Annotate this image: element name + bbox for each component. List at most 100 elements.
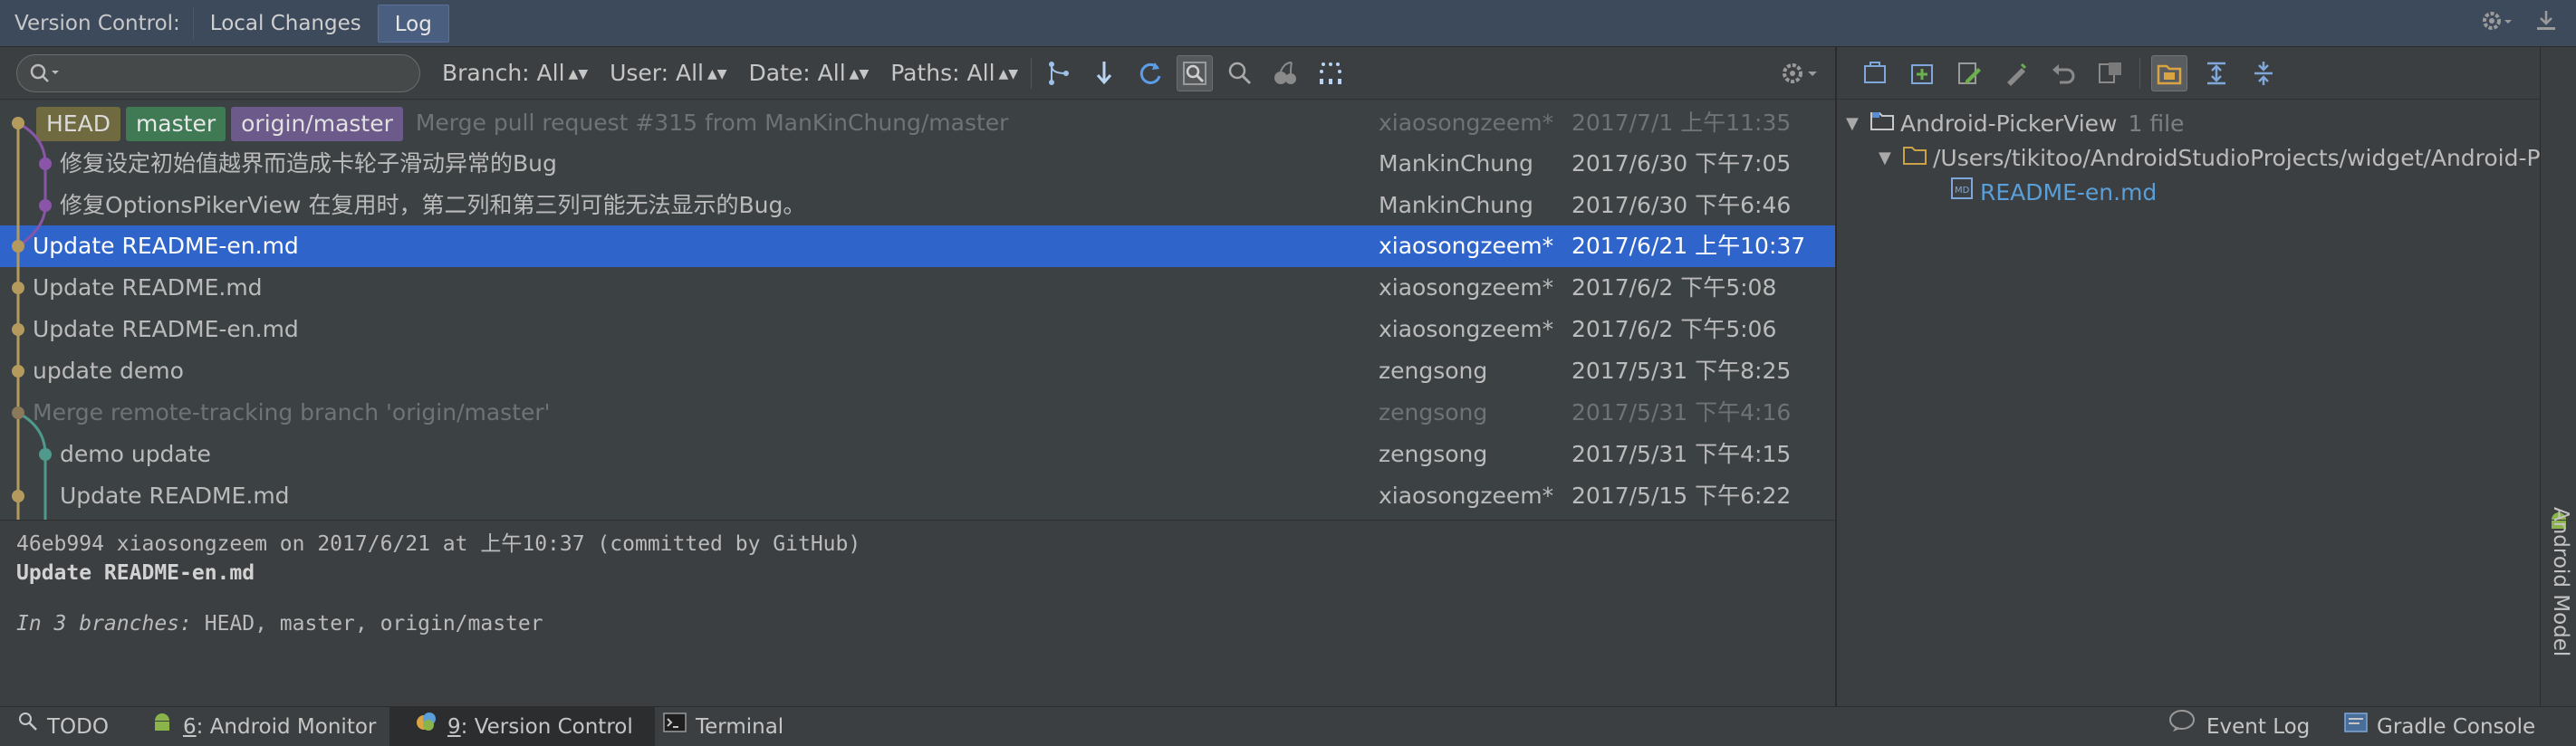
compare-icon[interactable] [2092,55,2129,91]
folder-icon [1902,141,1927,176]
revert-icon[interactable] [2045,55,2081,91]
version-control-label: : Version Control [460,715,633,739]
hide-panel-icon[interactable] [2534,7,2558,40]
tree-node-file[interactable]: MD README-en.md [1949,176,2157,210]
log-settings-gear-icon[interactable] [1779,58,1819,94]
chevron-updown-icon: ▲▼ [849,67,870,81]
todo-tool-button[interactable]: TODO [16,707,109,746]
tab-local-changes[interactable]: Local Changes [194,5,378,43]
android-model-tab[interactable]: Android Model [2549,507,2572,656]
commit-row[interactable]: 修复OptionsPikerView 在复用时，第二列和第三列可能无法显示的Bu… [0,185,1835,226]
commit-row[interactable]: HEAD master origin/master Merge pull reque… [0,102,1835,144]
edit-source-icon[interactable] [1951,55,1987,91]
branch-graph-icon[interactable] [1041,55,1077,91]
ref-badge-origin-master: origin/master [231,107,403,141]
commit-author: MankinChung [1379,192,1533,218]
event-log-icon [2168,707,2196,746]
expand-triangle-icon[interactable]: ▼ [1846,107,1870,141]
commit-subject: Update README.md [60,483,290,509]
commit-row[interactable]: Merge remote-tracking branch 'origin/mas… [0,392,1835,434]
commit-details-branches: In 3 branches: HEAD, master, origin/mast… [16,609,1819,638]
android-monitor-mnemonic: 6 [183,715,197,739]
changes-toolbar [1837,47,2540,100]
date-filter-label: Date: All [748,60,846,86]
version-control-header: Version Control: Local Changes Log [0,0,2576,47]
event-log-label: Event Log [2206,715,2311,739]
log-toolbar: Branch: All ▲▼ User: All ▲▼ Date: All ▲▼ Pa… [0,47,1835,100]
terminal-icon [663,707,687,746]
zoom-icon[interactable] [1222,55,1258,91]
todo-icon [16,707,40,746]
commit-subject: Update README-en.md [33,233,299,259]
commit-date: 2017/6/21 上午10:37 [1572,233,1806,259]
user-filter[interactable]: User: All ▲▼ [610,60,726,86]
commit-date: 2017/5/31 下午4:16 [1572,399,1792,426]
arrow-down-icon[interactable] [1086,55,1122,91]
commit-author: xiaosongzeem* [1379,316,1554,342]
commit-author: xiaosongzeem* [1379,483,1554,509]
refresh-icon[interactable] [1131,55,1168,91]
commit-author: xiaosongzeem* [1379,233,1554,259]
tree-node-root[interactable]: ▼ Android-PickerView 1 file [1846,107,2184,141]
branches-value: HEAD, master, origin/master [191,612,543,636]
tree-root-count: 1 file [2128,110,2185,137]
commit-details-header: 46eb994 xiaosongzeem on 2017/6/21 at 上午1… [16,532,861,556]
tree-path-label: /Users/tikitoo/AndroidStudioProjects/wid… [1933,145,2540,171]
commit-date: 2017/6/2 下午5:06 [1572,316,1777,342]
highlight-icon[interactable] [1177,54,1214,91]
commit-row[interactable]: update demo zengsong 2017/5/31 下午8:25 [0,350,1835,392]
commit-row[interactable]: Update README.md xiaosongzeem* 2017/5/15… [0,475,1835,517]
search-icon [28,61,64,86]
version-control-tool-button[interactable]: 9: Version Control [389,707,655,746]
commit-subject: Merge pull request #315 from ManKinChung… [415,110,1009,136]
commit-row[interactable]: Update README.md xiaosongzeem* 2017/6/2 … [0,267,1835,309]
search-input[interactable] [16,53,420,92]
tree-node-path[interactable]: ▼ /Users/tikitoo/AndroidStudioProjects/w… [1879,141,2540,176]
commit-author: xiaosongzeem* [1379,274,1554,301]
settings-gear-icon[interactable] [2480,7,2513,40]
version-control-mnemonic: 9 [447,715,461,739]
commit-row[interactable]: demo update zengsong 2017/5/31 下午4:15 [0,434,1835,475]
commit-row[interactable]: 修复设定初始值越界而造成卡轮子滑动异常的Bug MankinChung 2017… [0,143,1835,185]
commit-date: 2017/6/30 下午7:05 [1572,150,1792,177]
bottom-tool-bar: TODO 6: Android Monitor 9: Version Contr… [0,706,2576,746]
paths-filter[interactable]: Paths: All ▲▼ [890,60,1018,86]
terminal-tool-button[interactable]: Terminal [663,707,783,746]
intellisort-icon[interactable] [1312,55,1349,91]
commit-author: MankinChung [1379,150,1533,177]
gradle-console-label: Gradle Console [2377,715,2536,739]
commit-date: 2017/6/2 下午5:08 [1572,274,1777,301]
commit-log-table: HEAD master origin/master Merge pull reque… [0,101,1835,520]
show-diff-icon[interactable] [1857,55,1893,91]
commit-author: xiaosongzeem* [1379,110,1554,136]
event-log-tool-button[interactable]: Event Log [2168,707,2310,746]
branch-filter-label: Branch: All [442,60,565,86]
expand-triangle-icon[interactable]: ▼ [1879,141,1902,176]
commit-row-selected[interactable]: Update README-en.md xiaosongzeem* 2017/6… [0,225,1835,267]
open-repository-icon[interactable] [1998,55,2034,91]
tab-log[interactable]: Log [377,4,449,43]
date-filter[interactable]: Date: All ▲▼ [749,60,870,86]
user-filter-label: User: All [610,60,704,86]
version-control-icon [415,707,438,746]
commit-details-panel: 46eb994 xiaosongzeem on 2017/6/21 at 上午1… [0,520,1835,706]
divider [1031,57,1033,89]
commit-row[interactable]: Update README-en.md xiaosongzeem* 2017/6… [0,309,1835,350]
gradle-console-tool-button[interactable]: Gradle Console [2344,707,2535,746]
cherry-pick-icon[interactable] [1267,55,1303,91]
ref-badge-master: master [125,107,226,141]
divider [2139,57,2140,89]
add-to-vcs-icon[interactable] [1904,55,1940,91]
android-monitor-tool-button[interactable]: 6: Android Monitor [150,707,376,746]
branch-filter[interactable]: Branch: All ▲▼ [442,60,588,86]
expand-all-icon[interactable] [2198,55,2235,91]
markdown-file-icon: MD [1949,176,1975,210]
commit-date: 2017/7/1 上午11:35 [1572,110,1792,136]
commit-date: 2017/5/31 下午8:25 [1572,358,1792,384]
commit-subject: 修复设定初始值越界而造成卡轮子滑动异常的Bug [60,150,557,177]
commit-subject: Update README.md [33,274,263,301]
commit-subject: demo update [60,441,211,467]
group-by-directory-icon[interactable] [2151,54,2187,91]
collapse-all-icon[interactable] [2245,55,2282,91]
changed-files-tree: ▼ Android-PickerView 1 file ▼ /Users/tik… [1837,100,2540,706]
